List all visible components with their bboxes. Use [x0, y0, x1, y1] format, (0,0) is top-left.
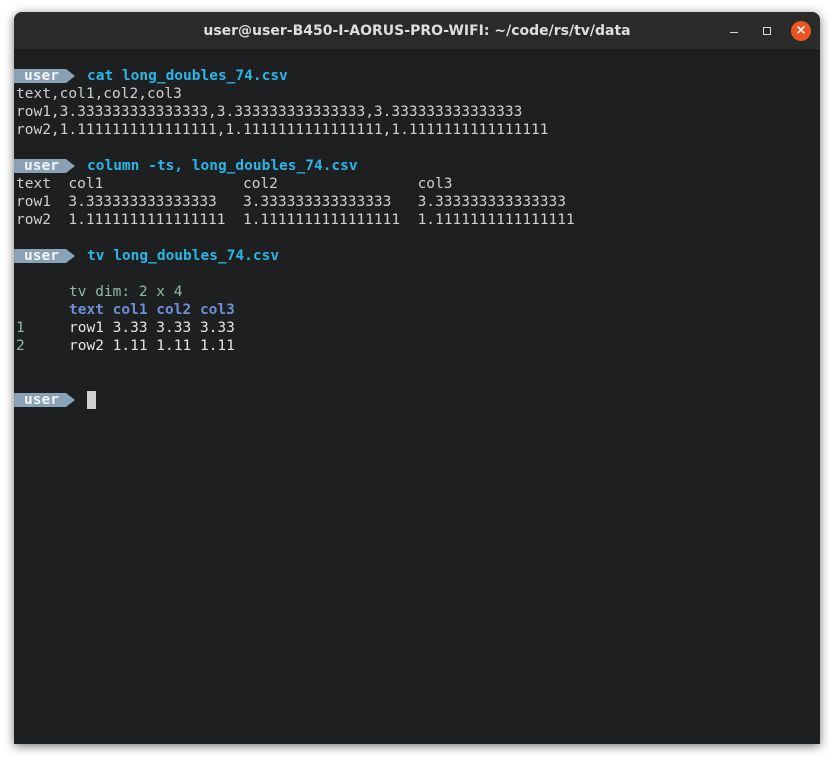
- tv-row-cells: row1 3.33 3.33 3.33: [69, 320, 235, 336]
- maximize-icon: [763, 27, 771, 35]
- output-line: row1,3.333333333333333,3.333333333333333…: [16, 104, 523, 120]
- window-title: user@user-B450-I-AORUS-PRO-WIFI: ~/code/…: [203, 23, 631, 39]
- close-icon: ×: [795, 23, 807, 38]
- tv-row-cells: row2 1.11 1.11 1.11: [69, 338, 235, 354]
- tv-dimensions: tv dim: 2 x 4: [69, 284, 183, 300]
- minimize-button[interactable]: [724, 21, 744, 41]
- output-line: text col1 col2 col3: [16, 176, 453, 192]
- maximize-button[interactable]: [757, 21, 777, 41]
- close-button[interactable]: ×: [791, 21, 811, 41]
- text-cursor[interactable]: [87, 391, 96, 409]
- output-line: row2 1.1111111111111111 1.11111111111111…: [16, 212, 575, 228]
- title-bar[interactable]: user@user-B450-I-AORUS-PRO-WIFI: ~/code/…: [14, 12, 820, 51]
- prompt-user: user: [24, 392, 59, 408]
- prompt-user: user: [24, 68, 59, 84]
- tv-row-index: 2: [16, 338, 25, 354]
- terminal-content[interactable]: user cat long_doubles_74.csv text,col1,c…: [14, 50, 820, 744]
- tv-header-row: text col1 col2 col3: [69, 302, 235, 318]
- prompt-badge: user: [14, 157, 88, 175]
- prompt-badge: user: [14, 391, 88, 409]
- output-line: row2,1.1111111111111111,1.11111111111111…: [16, 122, 549, 138]
- prompt-badge: user: [14, 247, 88, 265]
- command-text: cat long_doubles_74.csv: [87, 68, 288, 84]
- tv-row-index: 1: [16, 320, 25, 336]
- minimize-icon: [730, 32, 738, 33]
- prompt-user: user: [24, 158, 59, 174]
- prompt-badge: user: [14, 67, 88, 85]
- output-line: row1 3.333333333333333 3.333333333333333…: [16, 194, 566, 210]
- prompt-user: user: [24, 248, 59, 264]
- output-line: text,col1,col2,col3: [16, 86, 182, 102]
- command-text: column -ts, long_doubles_74.csv: [87, 158, 358, 174]
- command-text: tv long_doubles_74.csv: [87, 248, 280, 264]
- terminal-window: user@user-B450-I-AORUS-PRO-WIFI: ~/code/…: [14, 12, 820, 744]
